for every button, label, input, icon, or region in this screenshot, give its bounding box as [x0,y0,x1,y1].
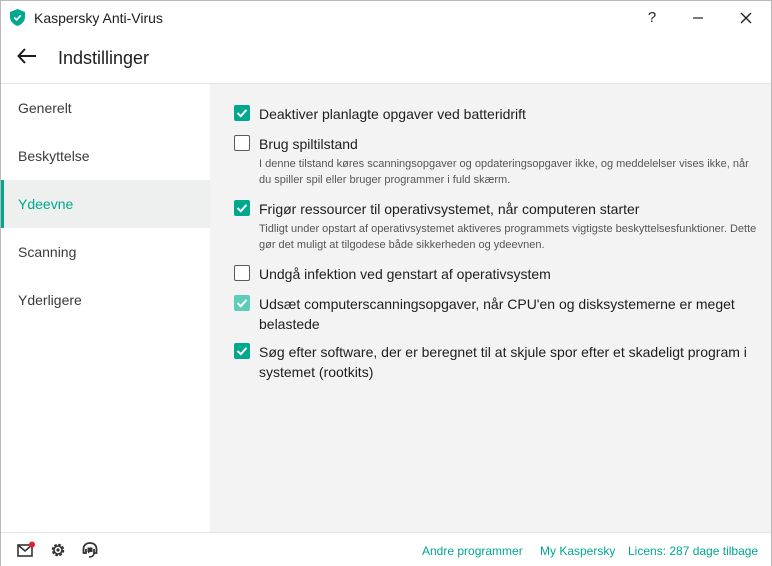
checkbox-reboot-infection[interactable] [234,265,250,281]
minimize-icon [693,16,703,19]
kaspersky-shield-icon [10,9,25,26]
checkbox-rootkits[interactable] [234,343,250,359]
checkbox-battery[interactable] [234,105,250,121]
title-bar: Kaspersky Anti-Virus ? [1,1,771,34]
other-programs-link[interactable]: Andre programmer [422,544,523,558]
option-description: Tidligt under opstart af operativsysteme… [259,223,757,251]
option-label: Brug spiltilstand [259,136,358,152]
option-label: Søg efter software, der er beregnet til … [259,344,747,380]
checkmark-icon [236,109,248,118]
sidebar-item-beskyttelse[interactable]: Beskyttelse [1,132,210,180]
my-kaspersky-link[interactable]: My Kaspersky [540,544,615,558]
checkbox-game-mode[interactable] [234,135,250,151]
option-label: Udsæt computerscanningsopgaver, når CPU'… [259,296,735,332]
close-icon [740,12,752,23]
footer-bar: Andre programmer My Kaspersky Licens: 28… [1,532,771,566]
page-title: Indstillinger [58,48,150,68]
back-arrow-icon[interactable] [15,44,39,68]
sidebar-item-generelt[interactable]: Generelt [1,84,210,132]
option-label: Deaktiver planlagte opgaver ved batterid… [259,106,526,122]
settings-content: Deaktiver planlagte opgaver ved batterid… [210,83,771,532]
option-label: Frigør ressourcer til operativsystemet, … [259,201,640,217]
sidebar-item-ydeevne[interactable]: Ydeevne [1,180,210,228]
checkmark-icon [236,347,248,356]
option-description: I denne tilstand køres scanningsopgaver … [259,158,749,186]
option-label: Undgå infektion ved genstart af operativ… [259,266,551,282]
sidebar-item-yderligere[interactable]: Yderligere [1,276,210,324]
sidebar-item-scanning[interactable]: Scanning [1,228,210,276]
license-link[interactable]: Licens: 287 dage tilbage [628,544,758,558]
checkmark-icon [236,299,248,308]
checkmark-icon [236,204,248,213]
checkbox-free-resources[interactable] [234,200,250,216]
settings-sidebar: Generelt Beskyttelse Ydeevne Scanning Yd… [1,83,210,532]
support-icon[interactable] [81,541,99,559]
help-button[interactable]: ? [629,1,675,34]
mail-notification-icon[interactable] [17,541,35,559]
minimize-button[interactable] [675,1,721,34]
window-title: Kaspersky Anti-Virus [34,10,163,26]
app-window: Kaspersky Anti-Virus ? Indstillinger Gen… [0,0,772,566]
page-header: Indstillinger [1,34,771,82]
gear-icon[interactable] [49,541,67,559]
close-button[interactable] [723,1,769,34]
checkbox-postpone-scan[interactable] [234,295,250,311]
